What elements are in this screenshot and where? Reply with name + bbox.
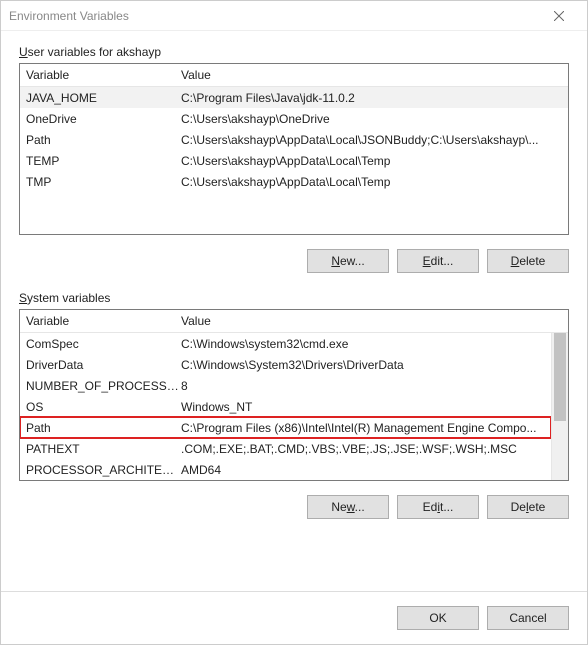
col-header-value[interactable]: Value	[181, 314, 562, 328]
user-list-body: JAVA_HOME C:\Program Files\Java\jdk-11.0…	[20, 87, 568, 234]
list-row[interactable]: TMP C:\Users\akshayp\AppData\Local\Temp	[20, 171, 568, 192]
list-row[interactable]: ComSpec C:\Windows\system32\cmd.exe	[20, 333, 551, 354]
col-header-value[interactable]: Value	[181, 68, 562, 82]
col-header-variable[interactable]: Variable	[26, 68, 181, 82]
system-buttons: New... Edit... Delete	[19, 495, 569, 519]
user-delete-button[interactable]: Delete	[487, 249, 569, 273]
list-row[interactable]: JAVA_HOME C:\Program Files\Java\jdk-11.0…	[20, 87, 568, 108]
user-buttons: New... Edit... Delete	[19, 249, 569, 273]
user-edit-button[interactable]: Edit...	[397, 249, 479, 273]
list-row[interactable]: DriverData C:\Windows\System32\Drivers\D…	[20, 354, 551, 375]
system-edit-button[interactable]: Edit...	[397, 495, 479, 519]
ok-button[interactable]: OK	[397, 606, 479, 630]
list-row[interactable]: PATHEXT .COM;.EXE;.BAT;.CMD;.VBS;.VBE;.J…	[20, 438, 551, 459]
system-section-label: System variables	[19, 291, 569, 305]
env-vars-dialog: Environment Variables User variables for…	[0, 0, 588, 645]
user-section-label: User variables for akshayp	[19, 45, 569, 59]
dialog-footer: OK Cancel	[1, 591, 587, 644]
system-new-button[interactable]: New...	[307, 495, 389, 519]
list-row[interactable]: Path C:\Users\akshayp\AppData\Local\JSON…	[20, 129, 568, 150]
close-button[interactable]	[539, 1, 579, 31]
system-scrollbar[interactable]	[551, 333, 568, 480]
list-row[interactable]: OS Windows_NT	[20, 396, 551, 417]
cancel-button[interactable]: Cancel	[487, 606, 569, 630]
list-row[interactable]: NUMBER_OF_PROCESSORS 8	[20, 375, 551, 396]
list-row-path-highlighted[interactable]: Path C:\Program Files (x86)\Intel\Intel(…	[20, 417, 551, 438]
system-list-header: Variable Value	[20, 310, 568, 333]
scroll-thumb[interactable]	[554, 333, 566, 421]
user-variables-list[interactable]: Variable Value JAVA_HOME C:\Program File…	[19, 63, 569, 235]
dialog-body: User variables for akshayp Variable Valu…	[1, 31, 587, 591]
user-list-header: Variable Value	[20, 64, 568, 87]
system-delete-button[interactable]: Delete	[487, 495, 569, 519]
list-row[interactable]: PROCESSOR_ARCHITECTURE AMD64	[20, 459, 551, 480]
system-variables-list[interactable]: Variable Value ComSpec C:\Windows\system…	[19, 309, 569, 481]
col-header-variable[interactable]: Variable	[26, 314, 181, 328]
titlebar: Environment Variables	[1, 1, 587, 31]
system-list-body: ComSpec C:\Windows\system32\cmd.exe Driv…	[20, 333, 551, 480]
list-row[interactable]: TEMP C:\Users\akshayp\AppData\Local\Temp	[20, 150, 568, 171]
close-icon	[554, 11, 564, 21]
list-row[interactable]: OneDrive C:\Users\akshayp\OneDrive	[20, 108, 568, 129]
user-new-button[interactable]: New...	[307, 249, 389, 273]
window-title: Environment Variables	[9, 9, 539, 23]
